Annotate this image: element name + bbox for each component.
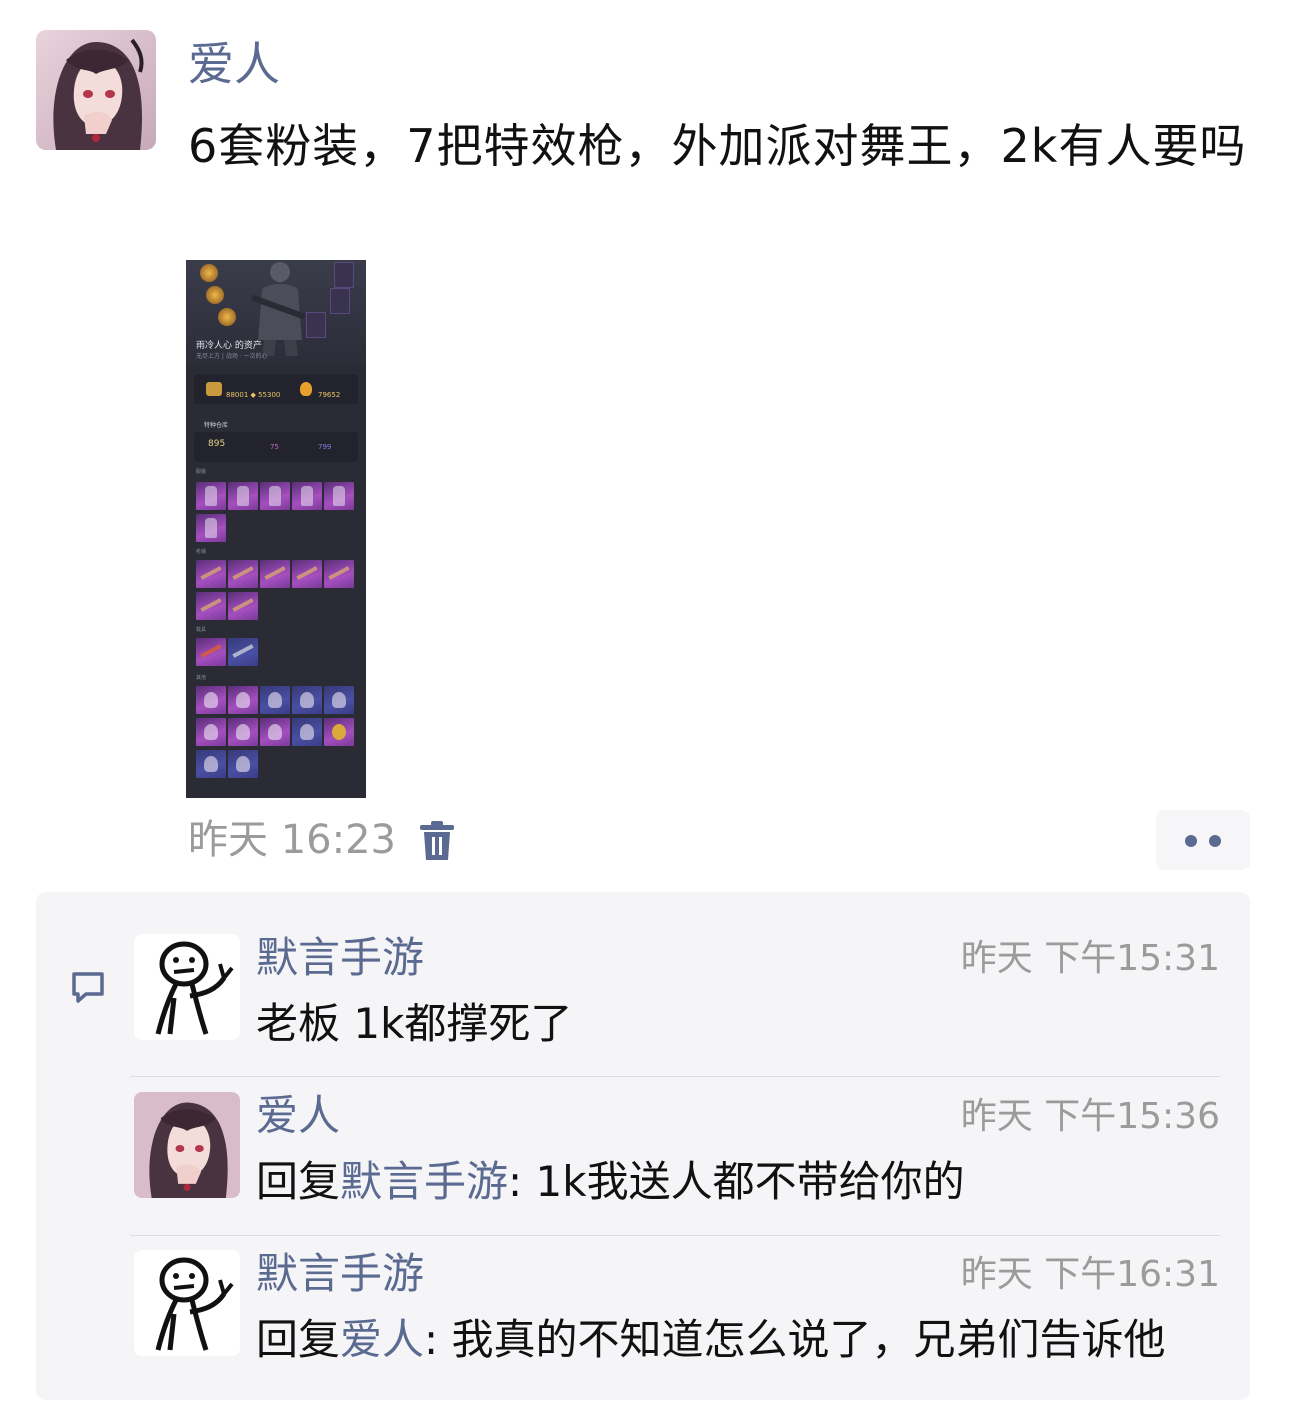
gun-item bbox=[228, 592, 258, 620]
outfit-thumb bbox=[306, 312, 326, 338]
reply-prefix: 回复 bbox=[256, 1157, 341, 1206]
counts-panel: 895 75 799 bbox=[194, 432, 358, 462]
vehicle-item bbox=[228, 638, 258, 666]
other-item bbox=[324, 686, 354, 714]
gun-item bbox=[260, 560, 290, 588]
post-author-name[interactable]: 爱人 bbox=[188, 34, 280, 94]
comments-panel: 默言手游 昨天 下午15:31 老板 1k都撑死了 爱人 昨天 下午15:36 … bbox=[36, 892, 1250, 1400]
anime-girl-avatar-icon bbox=[134, 1092, 240, 1198]
gun-item bbox=[324, 560, 354, 588]
comment-time: 昨天 下午16:31 bbox=[960, 1254, 1220, 1295]
label-vehicles: 载具 bbox=[196, 627, 207, 633]
comment-time: 昨天 下午15:36 bbox=[960, 1096, 1220, 1137]
other-item bbox=[196, 750, 226, 778]
trash-icon[interactable] bbox=[418, 820, 456, 862]
comment-divider bbox=[130, 1235, 1220, 1236]
more-button[interactable] bbox=[1156, 810, 1250, 870]
asset-subtitle: 无尽上方 | 战场 · 一次的心 bbox=[196, 353, 268, 360]
comment-bubble-icon[interactable] bbox=[70, 970, 106, 1004]
other-item bbox=[292, 718, 322, 746]
more-dots-icon bbox=[1209, 835, 1221, 847]
vehicle-item bbox=[196, 638, 226, 666]
image-hero: 雨冷人心 的资产 无尽上方 | 战场 · 一次的心 bbox=[186, 260, 366, 364]
outfit-thumb bbox=[330, 288, 350, 314]
outfit-thumb bbox=[334, 262, 354, 288]
rank-badge-icon bbox=[206, 286, 224, 304]
more-dots-icon bbox=[1185, 835, 1197, 847]
reply-mention[interactable]: 爱人 bbox=[340, 1315, 424, 1364]
count-main: 895 bbox=[208, 439, 226, 449]
gun-item bbox=[228, 560, 258, 588]
label-outfits: 服装 bbox=[196, 469, 207, 475]
comment-text: 老板 1k都撑死了 bbox=[256, 999, 573, 1048]
comment-text: 回复默言手游: 1k我送人都不带给你的 bbox=[256, 1154, 965, 1210]
other-item bbox=[228, 718, 258, 746]
reply-body: : 我真的不知道怎么说了，兄弟们告诉他 bbox=[424, 1315, 1166, 1364]
post-image[interactable]: 雨冷人心 的资产 无尽上方 | 战场 · 一次的心 88001 ◆ 55300 … bbox=[186, 260, 366, 798]
commenter-avatar[interactable] bbox=[134, 1092, 240, 1198]
reply-mention[interactable]: 默言手游 bbox=[340, 1157, 508, 1206]
post-author-avatar[interactable] bbox=[36, 30, 156, 150]
gun-item bbox=[196, 560, 226, 588]
outfit-item bbox=[228, 482, 258, 510]
other-item bbox=[292, 686, 322, 714]
stat-a: 88001 ◆ 55300 bbox=[226, 391, 281, 399]
comment-text: 回复爱人: 我真的不知道怎么说了，兄弟们告诉他 bbox=[256, 1312, 1166, 1368]
rank-icon bbox=[206, 382, 222, 396]
stick-figure-avatar-icon bbox=[134, 934, 240, 1040]
stats-panel: 88001 ◆ 55300 79652 bbox=[194, 374, 358, 404]
outfit-item bbox=[260, 482, 290, 510]
commenter-name[interactable]: 爱人 bbox=[256, 1088, 340, 1144]
post-text: 6套粉装，7把特效枪，外加派对舞王，2k有人要吗 bbox=[188, 119, 1247, 173]
gun-item bbox=[292, 560, 322, 588]
stick-figure-avatar-icon bbox=[134, 1250, 240, 1356]
commenter-name[interactable]: 默言手游 bbox=[256, 930, 424, 986]
outfit-item bbox=[292, 482, 322, 510]
count-mid: 75 bbox=[270, 443, 279, 451]
post-time: 昨天 16:23 bbox=[188, 817, 396, 863]
comment-divider bbox=[130, 1076, 1220, 1077]
commenter-avatar[interactable] bbox=[134, 934, 240, 1040]
outfit-item bbox=[196, 514, 226, 542]
count-right: 799 bbox=[318, 443, 332, 451]
other-item bbox=[196, 718, 226, 746]
other-item bbox=[228, 686, 258, 714]
label-guns: 枪械 bbox=[196, 549, 207, 555]
other-item bbox=[260, 686, 290, 714]
other-item bbox=[228, 750, 258, 778]
stat-b: 79652 bbox=[318, 391, 341, 399]
flame-icon bbox=[300, 382, 312, 396]
reply-prefix: 回复 bbox=[256, 1315, 341, 1364]
comment-item[interactable]: 默言手游 昨天 下午16:31 回复爱人: 我真的不知道怎么说了，兄弟们告诉他 bbox=[130, 1249, 1220, 1370]
commenter-name[interactable]: 默言手游 bbox=[256, 1246, 424, 1302]
comment-item[interactable]: 爱人 昨天 下午15:36 回复默言手游: 1k我送人都不带给你的 bbox=[130, 1091, 1220, 1212]
comment-item[interactable]: 默言手游 昨天 下午15:31 老板 1k都撑死了 bbox=[130, 933, 1220, 1054]
rank-badge-icon bbox=[218, 308, 236, 326]
label-other: 其他 bbox=[196, 675, 207, 681]
asset-title: 雨冷人心 的资产 bbox=[196, 341, 262, 351]
reply-body: : 1k我送人都不带给你的 bbox=[508, 1157, 965, 1206]
other-item bbox=[260, 718, 290, 746]
outfit-item bbox=[196, 482, 226, 510]
other-item bbox=[196, 686, 226, 714]
other-item bbox=[324, 718, 354, 746]
gun-item bbox=[196, 592, 226, 620]
comment-time: 昨天 下午15:31 bbox=[960, 938, 1220, 979]
commenter-avatar[interactable] bbox=[134, 1250, 240, 1356]
section-title: 特种仓库 bbox=[204, 422, 229, 429]
outfit-item bbox=[324, 482, 354, 510]
rank-badge-icon bbox=[200, 264, 218, 282]
